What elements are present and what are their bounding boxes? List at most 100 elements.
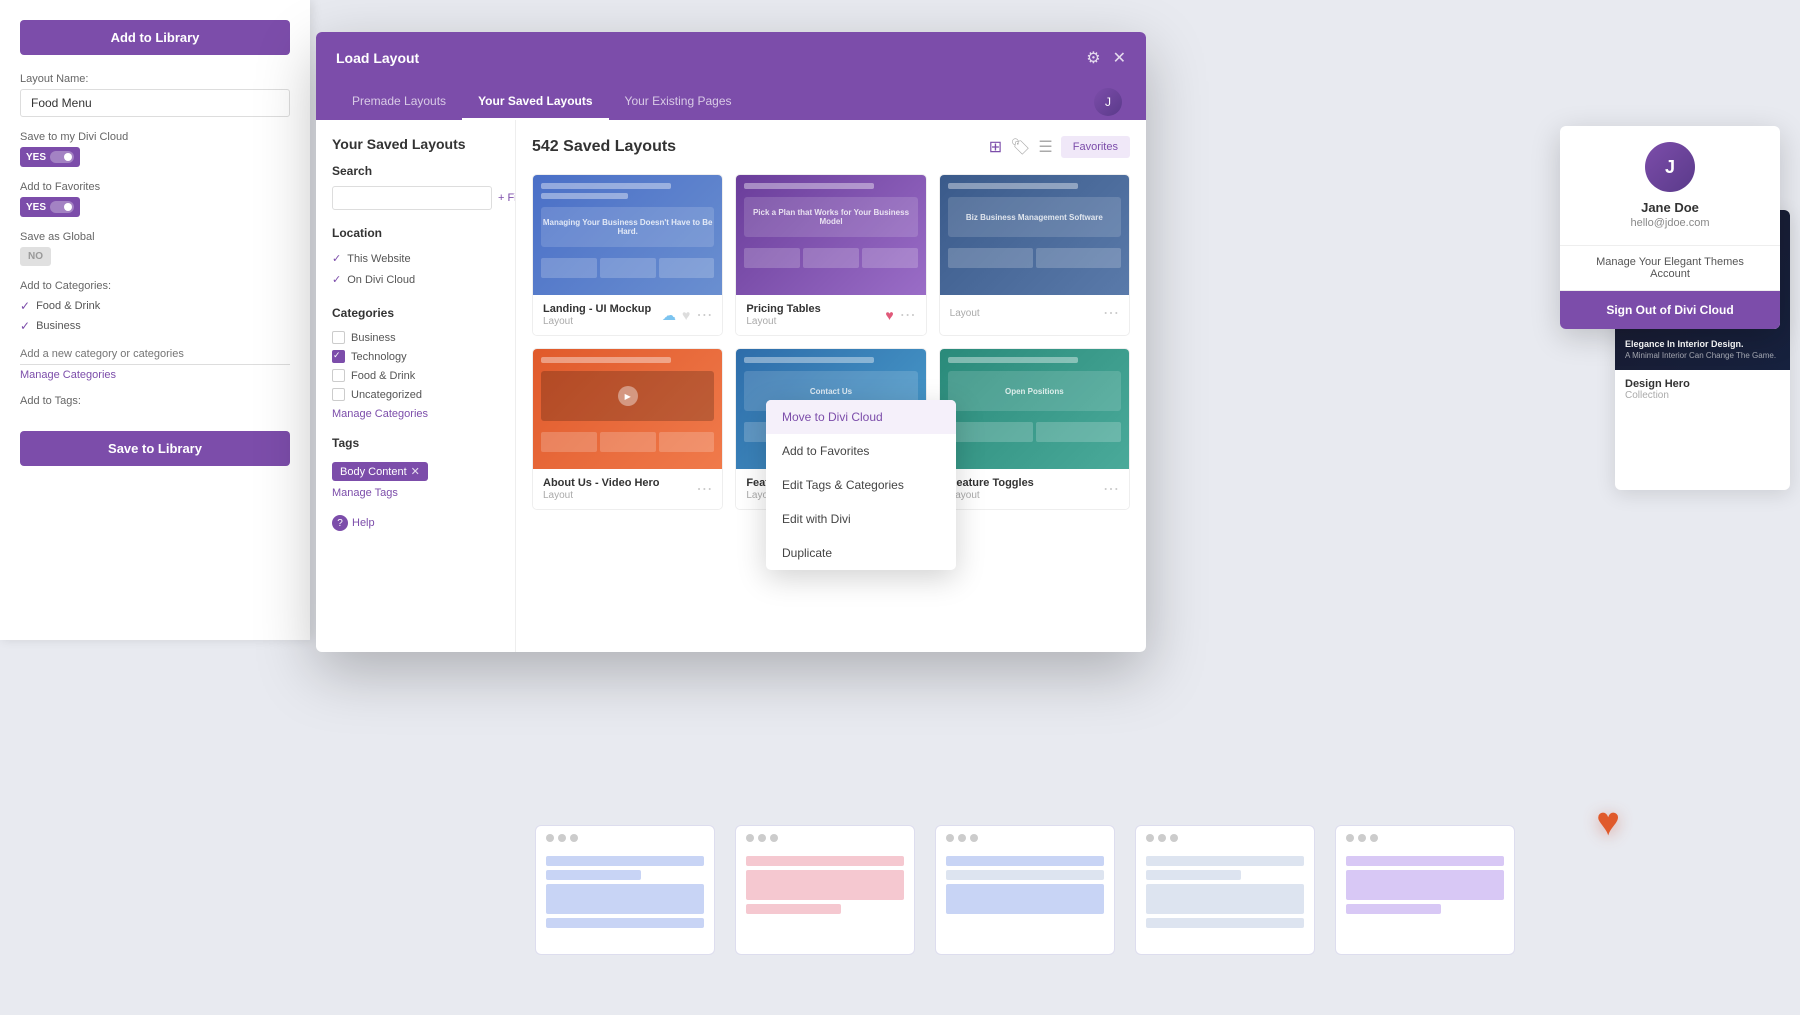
- category-name-2: Business: [36, 320, 81, 332]
- save-global-no-toggle[interactable]: NO: [20, 247, 51, 266]
- save-to-library-button[interactable]: Save to Library: [20, 431, 290, 466]
- manage-categories-link[interactable]: Manage Categories: [20, 369, 290, 381]
- context-edit-tags-categories[interactable]: Edit Tags & Categories: [766, 468, 956, 502]
- category-technology[interactable]: Technology: [332, 347, 499, 366]
- big-heart-icon[interactable]: ♥: [1596, 800, 1620, 844]
- layout-card-biz[interactable]: Biz Business Management Software Layout: [939, 174, 1130, 336]
- layout-card-toggles[interactable]: Open Positions Feature Toggles Layout: [939, 348, 1130, 510]
- layout-info-toggles: Feature Toggles Layout ⋯: [940, 469, 1129, 509]
- manage-tags-link[interactable]: Manage Tags: [332, 487, 499, 499]
- settings-icon[interactable]: ⚙: [1086, 48, 1100, 68]
- body-content-tag[interactable]: Body Content ✕: [332, 462, 428, 481]
- tag-view-button[interactable]: 🏷: [1010, 137, 1030, 157]
- floating-heart[interactable]: ♥: [1596, 800, 1620, 845]
- bg-thumb-4: [1135, 825, 1315, 955]
- sidebar-category-item-2: ✓ Business: [20, 316, 290, 336]
- right-card-type: Collection: [1625, 390, 1780, 401]
- favorites-button[interactable]: Favorites: [1061, 136, 1130, 158]
- layouts-count: 542 Saved Layouts: [532, 138, 676, 156]
- list-view-button[interactable]: ☰: [1038, 137, 1052, 157]
- content-area: 542 Saved Layouts ⊞ 🏷 ☰ Favorites: [516, 120, 1146, 652]
- category-business[interactable]: Business: [332, 328, 499, 347]
- thumb-content-pricing: Pick a Plan that Works for Your Business…: [736, 175, 925, 276]
- tag-remove-icon[interactable]: ✕: [411, 465, 420, 478]
- business-label: Business: [351, 332, 396, 344]
- food-drink-label: Food & Drink: [351, 370, 415, 382]
- more-options-icon[interactable]: ⋯: [696, 305, 712, 325]
- bg-thumb-5: [1335, 825, 1515, 955]
- location-divi-cloud[interactable]: ✓ On Divi Cloud: [332, 269, 499, 290]
- layout-card-pricing[interactable]: Pick a Plan that Works for Your Business…: [735, 174, 926, 336]
- thumb-col-t1: [948, 422, 1033, 442]
- more-options-icon-pricing[interactable]: ⋯: [900, 305, 916, 325]
- thumb-bar-b: [948, 183, 1078, 189]
- bg-thumb-2: [735, 825, 915, 955]
- block-row: [1146, 884, 1304, 914]
- context-add-to-favorites[interactable]: Add to Favorites: [766, 434, 956, 468]
- load-layout-modal: Load Layout ⚙ ✕ Premade Layouts Your Sav…: [316, 32, 1146, 652]
- thumb-col-b1: [948, 248, 1033, 268]
- play-icon: ▶: [625, 392, 631, 401]
- add-favorites-yes-toggle[interactable]: YES: [20, 197, 80, 217]
- layout-name-label: Layout Name:: [20, 73, 290, 85]
- user-avatar-icon[interactable]: J: [1094, 88, 1122, 116]
- heart-filled-icon[interactable]: ♥: [885, 307, 893, 323]
- bg-thumb-1: [535, 825, 715, 955]
- thumb-cols: [541, 258, 714, 278]
- filter-button[interactable]: + Filter: [498, 192, 516, 204]
- help-label: Help: [352, 517, 375, 529]
- save-cloud-yes-toggle[interactable]: YES: [20, 147, 80, 167]
- filter-manage-categories-link[interactable]: Manage Categories: [332, 408, 499, 420]
- dot: [770, 834, 778, 842]
- add-category-input[interactable]: [20, 344, 290, 365]
- close-icon[interactable]: ✕: [1113, 48, 1126, 68]
- thumb-col-a1: [541, 432, 597, 452]
- help-row[interactable]: ? Help: [332, 515, 499, 531]
- search-input[interactable]: [332, 186, 492, 210]
- thumb-hero-b: Biz Business Management Software: [948, 197, 1121, 237]
- more-options-icon-toggles[interactable]: ⋯: [1103, 479, 1119, 499]
- category-uncategorized[interactable]: Uncategorized: [332, 385, 499, 404]
- layout-card-about[interactable]: ▶ About Us - Video Hero: [532, 348, 723, 510]
- block-row: [946, 884, 1104, 914]
- add-favorites-group: Add to Favorites YES: [20, 181, 290, 217]
- more-options-icon-about[interactable]: ⋯: [696, 479, 712, 499]
- category-name: Food & Drink: [36, 300, 100, 312]
- dot: [970, 834, 978, 842]
- more-options-icon-biz[interactable]: ⋯: [1103, 303, 1119, 323]
- context-move-to-cloud[interactable]: Move to Divi Cloud: [766, 400, 956, 434]
- technology-label: Technology: [351, 351, 407, 363]
- dot: [1358, 834, 1366, 842]
- sign-out-button[interactable]: Sign Out of Divi Cloud: [1560, 291, 1780, 329]
- layout-name-biz: Layout: [950, 307, 980, 319]
- save-cloud-group: Save to my Divi Cloud YES: [20, 131, 290, 167]
- context-duplicate[interactable]: Duplicate: [766, 536, 956, 570]
- grid-view-button[interactable]: ⊞: [989, 137, 1002, 157]
- tab-existing-pages[interactable]: Your Existing Pages: [609, 84, 748, 120]
- heart-icon[interactable]: ♥: [682, 307, 690, 323]
- tags-label: Tags: [332, 436, 499, 450]
- location-this-website[interactable]: ✓ This Website: [332, 248, 499, 269]
- layout-info-pricing: Pricing Tables Layout ♥ ⋯: [736, 295, 925, 335]
- user-name: Jane Doe: [1641, 200, 1699, 215]
- sidebar-title: Add to Library: [20, 20, 290, 55]
- manage-account-link[interactable]: Manage Your Elegant Themes Account: [1560, 246, 1780, 291]
- thumb-content-biz: Biz Business Management Software: [940, 175, 1129, 276]
- add-categories-group: Add to Categories: ✓ Food & Drink ✓ Busi…: [20, 280, 290, 381]
- user-info: J Jane Doe hello@jdoe.com: [1560, 126, 1780, 246]
- layout-card-landing[interactable]: Managing Your Business Doesn't Have to B…: [532, 174, 723, 336]
- layout-name-toggles-text: Feature Toggles: [950, 477, 1034, 489]
- category-food-drink[interactable]: Food & Drink: [332, 366, 499, 385]
- thumb-col-t2: [1036, 422, 1121, 442]
- context-edit-with-divi[interactable]: Edit with Divi: [766, 502, 956, 536]
- dot: [1158, 834, 1166, 842]
- thumb-cols-a: [541, 432, 714, 452]
- layout-name-input[interactable]: [20, 89, 290, 117]
- tab-saved-layouts[interactable]: Your Saved Layouts: [462, 84, 608, 120]
- right-card-info: Design Hero Collection: [1615, 370, 1790, 409]
- layout-name-about-text: About Us - Video Hero: [543, 477, 660, 489]
- block-row: [546, 918, 704, 928]
- tab-premade-layouts[interactable]: Premade Layouts: [336, 84, 462, 120]
- layout-thumb-pricing: Pick a Plan that Works for Your Business…: [736, 175, 925, 295]
- thumb-col: [659, 258, 715, 278]
